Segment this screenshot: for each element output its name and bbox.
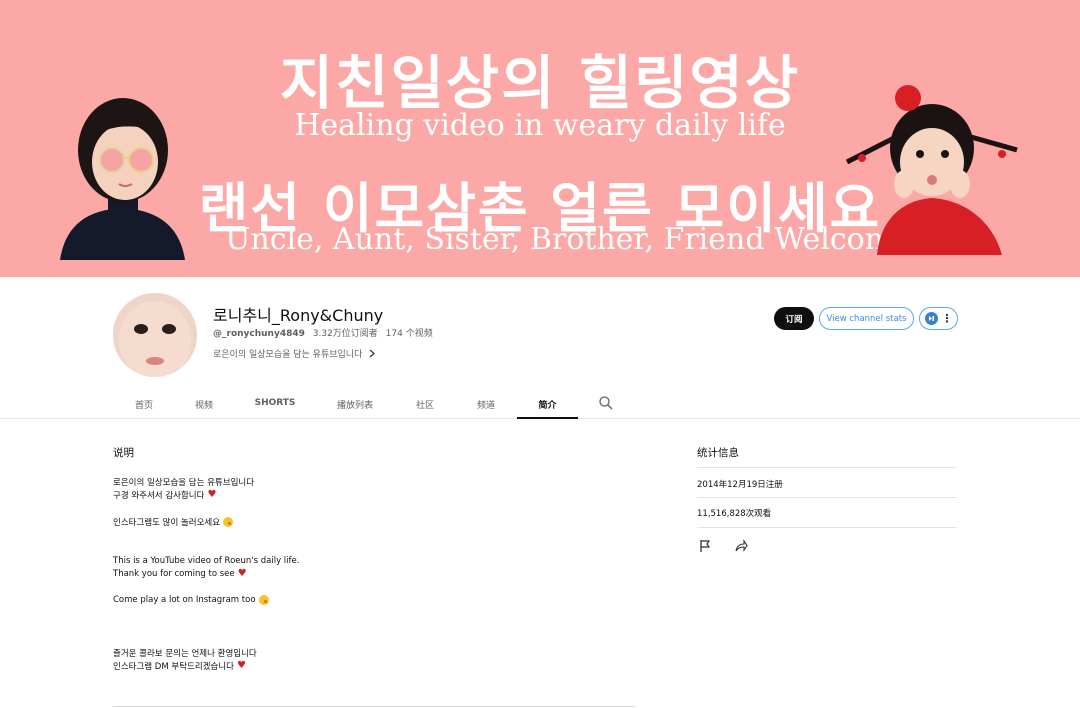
video-count: 174 个视频 xyxy=(385,329,433,339)
description-text: Come play a lot on Instagram too xyxy=(113,595,256,605)
extension-logo-icon xyxy=(924,312,938,325)
description-text: 로은이의 일상모습을 담는 유튜브입니다 xyxy=(113,478,255,488)
channel-avatar[interactable] xyxy=(113,293,197,377)
view-channel-stats-button[interactable]: View channel stats xyxy=(819,307,914,330)
channel-handle: @_ronychuny4849 xyxy=(213,329,305,339)
description-line: This is a YouTube video of Roeun's daily… xyxy=(113,556,299,566)
stats-heading: 统计信息 xyxy=(697,447,739,459)
banner-child-left-image xyxy=(60,98,185,260)
stats-divider xyxy=(697,497,957,498)
heart-icon: ♥ xyxy=(236,660,246,671)
description-text: Thank you for coming to see xyxy=(113,569,235,579)
description-text: 인스타그램도 많이 놀러오세요 xyxy=(113,518,221,528)
channel-tagline-link[interactable]: 로은이의 일상모습을 담는 유튜브입니다 xyxy=(213,347,376,360)
share-icon[interactable] xyxy=(734,539,748,553)
description-line: 로은이의 일상모습을 담는 유튜브입니다 xyxy=(113,476,254,488)
tab-home[interactable]: 首页 xyxy=(124,393,164,419)
heart-icon: ♥ xyxy=(207,489,217,500)
view-count: 11,516,828次观看 xyxy=(697,509,772,519)
section-divider xyxy=(113,706,635,707)
joined-date: 2014年12月19日注册 xyxy=(697,480,783,490)
description-line: 인스타그램도 많이 놀러오세요 xyxy=(113,516,234,528)
tab-shorts[interactable]: SHORTS xyxy=(249,393,301,419)
tab-videos[interactable]: 视频 xyxy=(184,393,224,419)
flag-icon[interactable] xyxy=(698,539,712,553)
description-line: Thank you for coming to see ♥ xyxy=(113,568,247,580)
kiss-emoji-icon xyxy=(258,595,269,605)
description-text: This is a YouTube video of Roeun's daily… xyxy=(113,556,300,566)
description-line: Come play a lot on Instagram too xyxy=(113,595,269,605)
heart-icon: ♥ xyxy=(237,568,247,579)
subscribe-button[interactable]: 订阅 xyxy=(774,307,814,330)
description-heading: 说明 xyxy=(113,447,134,459)
stats-divider xyxy=(697,527,957,528)
description-text: 구경 와주셔서 감사합니다 xyxy=(113,491,205,501)
description-line: 즐거운 콜라보 문의는 언제나 환영입니다 xyxy=(113,647,257,659)
channel-meta: @_ronychuny4849 3.32万位订阅者 174 个视频 xyxy=(213,326,433,339)
more-vert-icon: ⋮ xyxy=(941,312,953,325)
tab-about[interactable]: 简介 xyxy=(517,393,578,419)
channel-tabs: 首页 视频 SHORTS 播放列表 社区 频道 简介 xyxy=(0,393,1080,419)
search-icon[interactable] xyxy=(598,395,614,411)
chevron-right-icon xyxy=(369,349,376,358)
description-line: 인스타그램 DM 부탁드리겠습니다 ♥ xyxy=(113,660,246,673)
kiss-emoji-icon xyxy=(223,517,234,527)
channel-banner: 지친일상의 힐링영상 Healing video in weary daily … xyxy=(0,0,1080,277)
tab-community[interactable]: 社区 xyxy=(405,393,445,419)
channel-tagline: 로은이의 일상모습을 담는 유튜브입니다 xyxy=(213,350,363,360)
tab-channels[interactable]: 频道 xyxy=(466,393,506,419)
channel-name: 로니추니_Rony&Chuny xyxy=(213,306,384,325)
subscriber-count: 3.32万位订阅者 xyxy=(312,329,378,339)
banner-child-right-image xyxy=(845,85,1018,255)
stats-divider xyxy=(697,467,957,468)
child-face-image xyxy=(113,293,197,377)
description-text: 인스타그램 DM 부탁드리겠습니다 xyxy=(113,662,234,672)
tab-playlists[interactable]: 播放列表 xyxy=(330,393,380,419)
description-line: 구경 와주셔서 감사합니다 ♥ xyxy=(113,489,217,502)
extension-menu-button[interactable]: ⋮ xyxy=(919,307,958,330)
description-text: 즐거운 콜라보 문의는 언제나 환영입니다 xyxy=(113,649,257,659)
